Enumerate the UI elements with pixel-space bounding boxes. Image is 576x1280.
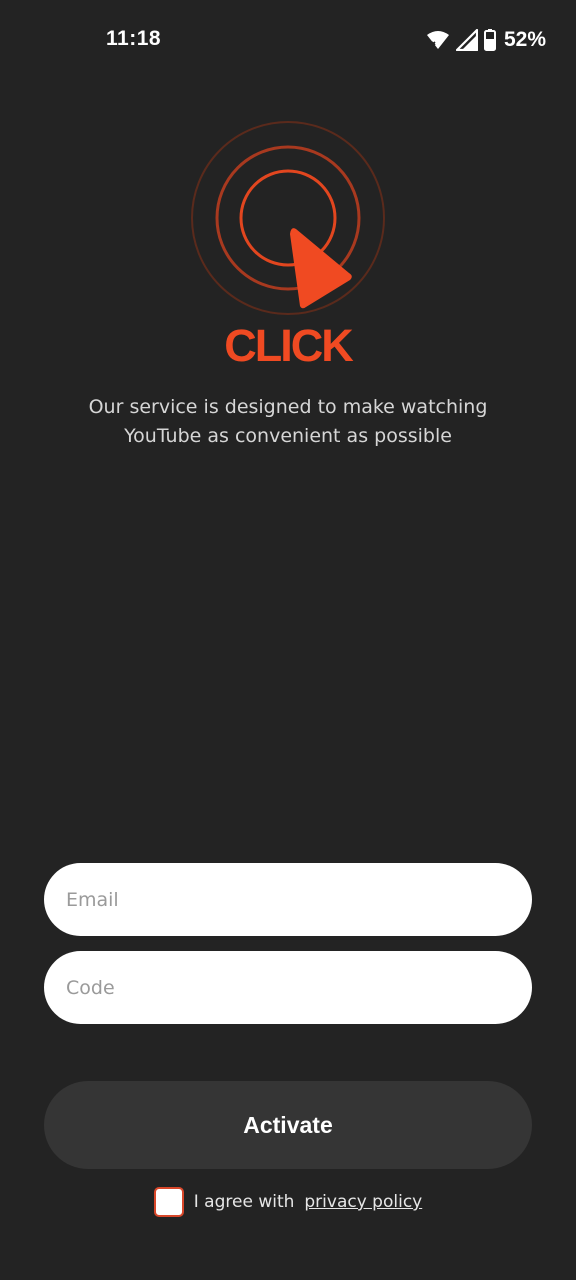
code-input[interactable] xyxy=(44,951,532,1024)
tagline: Our service is designed to make watching… xyxy=(40,393,536,451)
wifi-icon xyxy=(426,29,450,51)
tagline-line-1: Our service is designed to make watching xyxy=(88,396,488,418)
brand-name: CLICK xyxy=(224,320,353,371)
status-bar: 11:18 52% xyxy=(0,0,576,80)
email-input[interactable] xyxy=(44,863,532,936)
tagline-line-2: YouTube as convenient as possible xyxy=(124,425,452,447)
agreement-row: I agree with privacy policy xyxy=(0,1186,576,1218)
agree-text: I agree with xyxy=(193,1192,295,1212)
privacy-policy-link[interactable]: privacy policy xyxy=(304,1192,422,1212)
battery-icon xyxy=(483,29,496,51)
activation-screen: 11:18 52% CLICK Our service is designed … xyxy=(0,0,576,1280)
activate-button[interactable]: Activate xyxy=(44,1081,532,1169)
click-logo-icon xyxy=(186,118,390,318)
signal-icon xyxy=(455,29,478,51)
battery-percentage: 52% xyxy=(503,28,546,51)
agree-checkbox[interactable] xyxy=(153,1187,184,1217)
status-time: 11:18 xyxy=(106,27,162,50)
status-icons: 52% xyxy=(426,27,546,53)
